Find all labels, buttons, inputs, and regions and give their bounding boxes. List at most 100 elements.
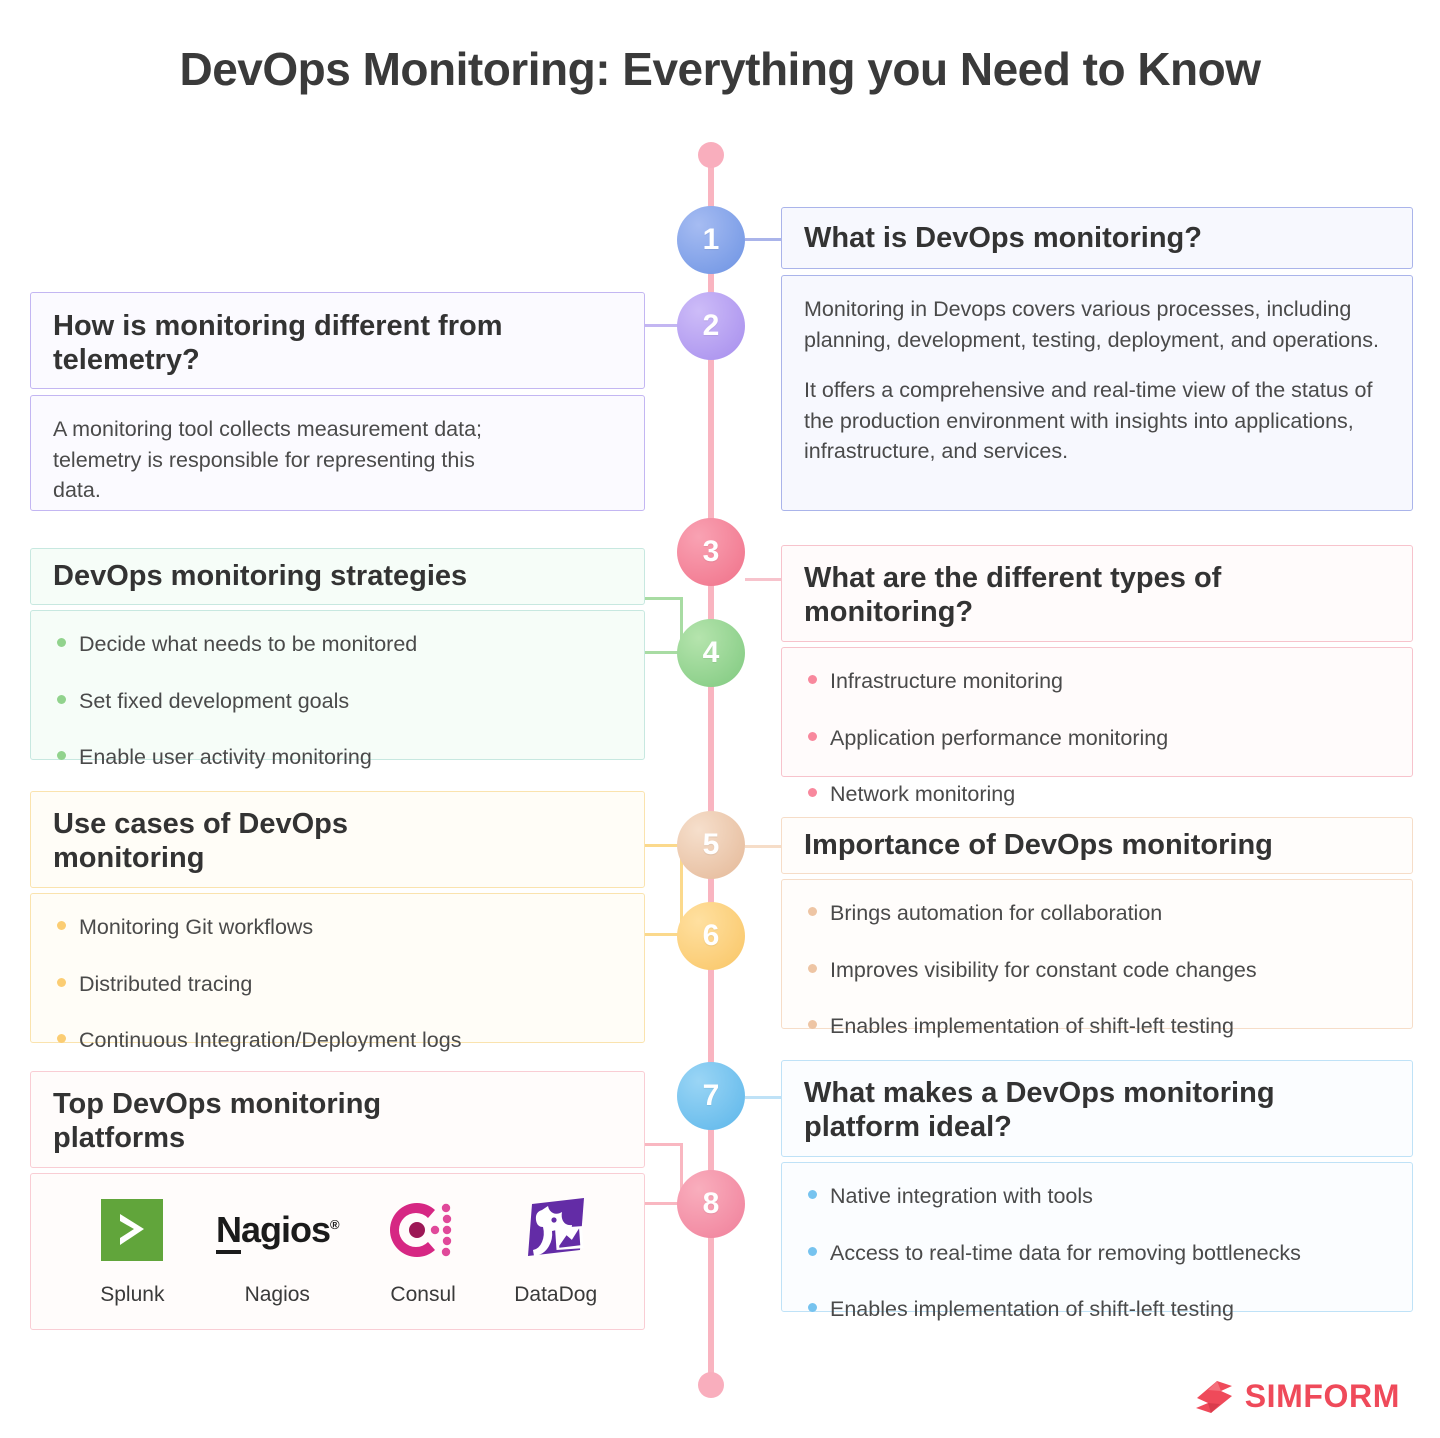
heading-ideal-monitoring-platform: What makes a DevOps monitoring platform … <box>804 1077 1275 1144</box>
heading-use-cases-of-devops-monitoring: Use cases of DevOps monitoring <box>53 808 348 875</box>
timeline-cap-top <box>698 142 724 168</box>
bullet-list-types-of-monitoring: Infrastructure monitoring Application pe… <box>804 666 1390 810</box>
platform-splunk[interactable]: Splunk <box>67 1192 198 1310</box>
bullet-dot <box>57 751 66 761</box>
platform-label: Consul <box>390 1283 456 1306</box>
bullet-dot <box>57 694 66 704</box>
bullet-list-importance-of-devops-monitoring: Brings automation for collaboration Impr… <box>804 898 1390 1042</box>
platform-logo-row: Splunk Nagios® Nagios Consul DataDog <box>53 1192 622 1310</box>
bullet-dot <box>57 921 66 930</box>
connector-2 <box>645 324 679 327</box>
timeline-node-7[interactable]: 7 <box>677 1062 745 1130</box>
timeline-node-2[interactable]: 2 <box>677 292 745 360</box>
list-item: Enables implementation of shift-left tes… <box>804 1011 1390 1042</box>
connector-1 <box>745 238 783 241</box>
heading-monitoring-strategies: DevOps monitoring strategies <box>53 560 468 593</box>
card-head-monitoring-vs-telemetry: How is monitoring different from telemet… <box>30 292 645 389</box>
platform-label: Splunk <box>100 1283 165 1306</box>
card-head-top-monitoring-platforms: Top DevOps monitoring platforms <box>30 1071 645 1168</box>
list-item: Application performance monitoring <box>804 723 1390 754</box>
card-body-importance-of-devops-monitoring: Brings automation for collaboration Impr… <box>781 879 1413 1038</box>
timeline-node-6[interactable]: 6 <box>677 902 745 970</box>
list-item: Native integration with tools <box>804 1181 1390 1212</box>
timeline-node-4[interactable]: 4 <box>677 619 745 687</box>
timeline-node-1[interactable]: 1 <box>677 206 745 274</box>
bullet-dot <box>57 638 66 647</box>
platform-consul[interactable]: Consul <box>357 1192 490 1310</box>
bullet-dot <box>808 1020 817 1030</box>
list-item: Network monitoring <box>804 779 1390 810</box>
platform-datadog[interactable]: DataDog <box>489 1192 622 1310</box>
list-item: Set fixed development goals <box>53 686 622 717</box>
timeline-node-5[interactable]: 5 <box>677 811 745 879</box>
brand-name: SIMFORM <box>1244 1378 1400 1414</box>
platform-label: DataDog <box>514 1283 598 1306</box>
list-item: Monitoring Git workflows <box>53 912 622 943</box>
heading-importance-of-devops-monitoring: Importance of DevOps monitoring <box>804 829 1273 862</box>
card-body-monitoring-strategies: Decide what needs to be monitored Set fi… <box>30 610 645 769</box>
card-head-monitoring-strategies: DevOps monitoring strategies <box>30 548 645 605</box>
splunk-logo-icon <box>67 1192 198 1268</box>
timeline-node-6-number: 6 <box>702 919 720 952</box>
connector-7 <box>745 1096 783 1099</box>
card-head-types-of-monitoring: What are the different types of monitori… <box>781 545 1413 642</box>
bullet-dot <box>808 907 817 916</box>
timeline-node-2-number: 2 <box>702 309 720 342</box>
timeline-cap-bottom <box>698 1372 724 1398</box>
card-body-types-of-monitoring: Infrastructure monitoring Application pe… <box>781 647 1413 806</box>
platform-label: Nagios <box>244 1283 310 1306</box>
infographic-canvas: DevOps Monitoring: Everything you Need t… <box>0 0 1440 1438</box>
bullet-dot <box>808 1190 817 1199</box>
card-head-importance-of-devops-monitoring: Importance of DevOps monitoring <box>781 817 1413 874</box>
connector-5 <box>745 845 783 848</box>
list-item: Improves visibility for constant code ch… <box>804 955 1390 986</box>
list-item: Infrastructure monitoring <box>804 666 1390 697</box>
paragraph: A monitoring tool collects measurement d… <box>53 417 483 503</box>
card-head-ideal-monitoring-platform: What makes a DevOps monitoring platform … <box>781 1060 1413 1157</box>
bullet-dot <box>57 1034 66 1044</box>
bullet-dot <box>808 675 817 684</box>
list-item: Decide what needs to be monitored <box>53 629 622 660</box>
list-item: Continuous Integration/Deployment logs <box>53 1025 622 1056</box>
timeline-node-1-number: 1 <box>702 223 720 256</box>
card-body-use-cases-of-devops-monitoring: Monitoring Git workflows Distributed tra… <box>30 893 645 1052</box>
heading-what-is-devops-monitoring: What is DevOps monitoring? <box>804 221 1202 254</box>
heading-top-monitoring-platforms: Top DevOps monitoring platforms <box>53 1088 382 1155</box>
bullet-list-ideal-monitoring-platform: Native integration with tools Access to … <box>804 1181 1390 1325</box>
card-body-ideal-monitoring-platform: Native integration with tools Access to … <box>781 1162 1413 1321</box>
consul-logo-icon <box>357 1192 490 1268</box>
brand-logo[interactable]: SIMFORM <box>1195 1378 1400 1415</box>
connector-3 <box>745 578 783 581</box>
bullet-dot <box>808 788 817 798</box>
bullet-dot <box>808 731 817 741</box>
heading-types-of-monitoring: What are the different types of monitori… <box>804 562 1222 629</box>
chevron-right-icon <box>120 1214 145 1245</box>
card-body-monitoring-vs-telemetry: A monitoring tool collects measurement d… <box>30 395 645 511</box>
list-item: Enable user activity monitoring <box>53 742 622 773</box>
timeline-node-7-number: 7 <box>702 1079 720 1112</box>
list-item: Distributed tracing <box>53 969 622 1000</box>
bullet-dot <box>808 1303 817 1313</box>
paragraph: It offers a comprehensive and real-time … <box>804 378 1373 464</box>
datadog-logo-icon <box>489 1192 622 1268</box>
list-item: Access to real-time data for removing bo… <box>804 1238 1390 1269</box>
list-item: Enables implementation of shift-left tes… <box>804 1294 1390 1325</box>
card-head-use-cases-of-devops-monitoring: Use cases of DevOps monitoring <box>30 791 645 888</box>
timeline-node-5-number: 5 <box>702 828 720 861</box>
timeline-node-8[interactable]: 8 <box>677 1170 745 1238</box>
simform-mark-icon <box>1195 1380 1232 1413</box>
connector-6 <box>645 844 683 936</box>
timeline-node-4-number: 4 <box>702 636 720 669</box>
bullet-dot <box>808 963 817 973</box>
card-body-top-monitoring-platforms: Splunk Nagios® Nagios Consul DataDog <box>30 1173 645 1330</box>
timeline-node-3[interactable]: 3 <box>677 518 745 586</box>
bullet-dot <box>808 1246 817 1256</box>
list-item: Brings automation for collaboration <box>804 898 1390 929</box>
page-title: DevOps Monitoring: Everything you Need t… <box>179 43 1261 95</box>
card-head-what-is-devops-monitoring: What is DevOps monitoring? <box>781 207 1413 269</box>
bullet-dot <box>57 977 66 987</box>
card-body-what-is-devops-monitoring: Monitoring in Devops covers various proc… <box>781 275 1413 511</box>
nagios-logo-icon: Nagios® <box>198 1192 357 1268</box>
heading-monitoring-vs-telemetry: How is monitoring different from telemet… <box>53 310 503 377</box>
platform-nagios[interactable]: Nagios® Nagios <box>198 1192 357 1310</box>
